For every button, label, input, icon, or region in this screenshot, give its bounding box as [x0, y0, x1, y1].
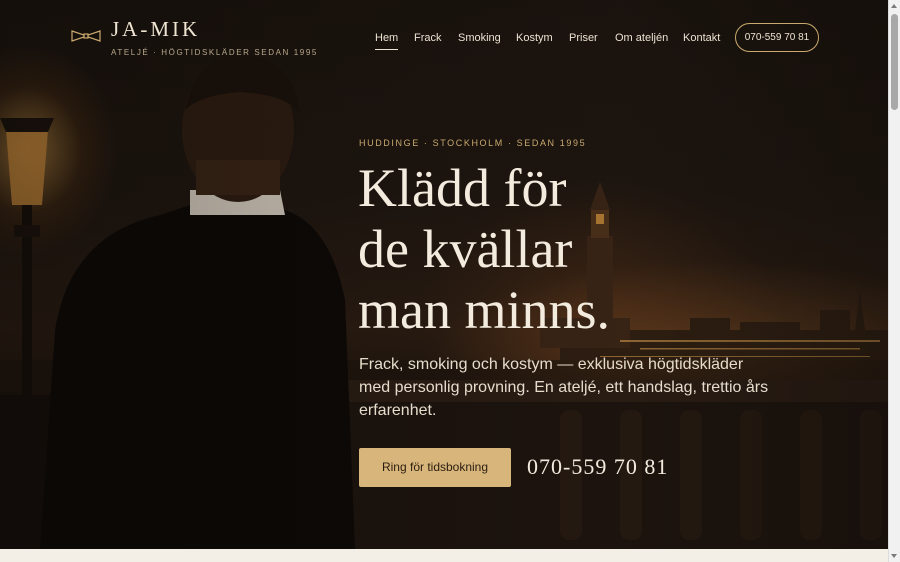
- scroll-thumb[interactable]: [891, 14, 898, 110]
- nav-item-smoking[interactable]: Smoking: [458, 32, 501, 44]
- nav-item-kontakt[interactable]: Kontakt: [683, 32, 720, 44]
- page-scrollbar[interactable]: [888, 0, 900, 562]
- call-booking-button[interactable]: Ring för tidsbokning: [359, 448, 511, 487]
- headline-line-2: de kvällar: [358, 219, 573, 279]
- headline-line-1: Klädd för: [358, 158, 567, 218]
- nav-item-priser[interactable]: Priser: [569, 32, 598, 44]
- hero-lede: Frack, smoking och kostym — exklusiva hö…: [359, 356, 769, 419]
- nav-item-om-ateljen[interactable]: Om ateljén: [615, 32, 668, 44]
- logo-tagline: ATELJÉ · HÖGTIDSKLÄDER SEDAN 1995: [111, 48, 318, 57]
- nav-item-hem[interactable]: Hem: [375, 32, 399, 50]
- scroll-down-icon[interactable]: [891, 554, 897, 558]
- scroll-up-icon[interactable]: [891, 4, 897, 8]
- hero-headline: Klädd för de kvällar man minns.: [358, 158, 778, 341]
- nav-item-kostym[interactable]: Kostym: [516, 32, 553, 44]
- header-phone-button[interactable]: 070-559 70 81: [735, 23, 819, 52]
- hero-phone-link[interactable]: 070-559 70 81: [527, 454, 668, 480]
- next-section-edge: [0, 549, 889, 562]
- logo-name: JA-MIK: [111, 17, 201, 41]
- bow-tie-icon: [71, 30, 101, 42]
- hero-eyebrow: HUDDINGE · STOCKHOLM · SEDAN 1995: [359, 138, 587, 148]
- headline-line-3: man minns.: [358, 280, 610, 340]
- nav-item-frack[interactable]: Frack: [414, 32, 442, 44]
